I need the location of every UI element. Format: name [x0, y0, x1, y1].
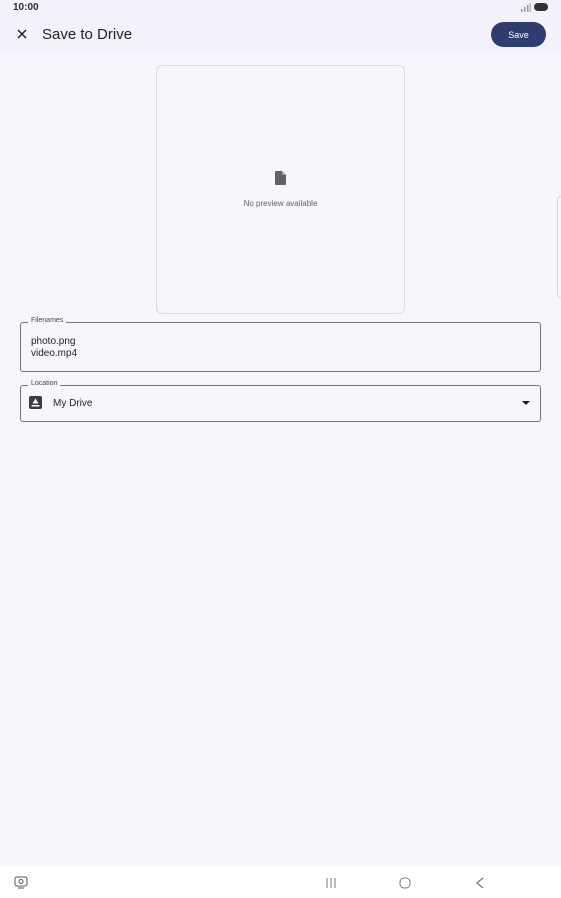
- side-panel-handle[interactable]: [557, 196, 561, 298]
- filenames-label: Filenames: [28, 317, 67, 324]
- location-value: My Drive: [53, 398, 93, 409]
- file-icon: [275, 171, 286, 185]
- chevron-down-icon: [522, 401, 530, 405]
- filename-item: photo.png: [31, 336, 76, 347]
- page-title: Save to Drive: [42, 26, 133, 43]
- app-bar: Save to Drive Save: [0, 16, 561, 54]
- back-icon[interactable]: [475, 877, 485, 889]
- home-icon[interactable]: [399, 877, 411, 889]
- preview-card: No preview available: [156, 65, 405, 314]
- close-icon[interactable]: [14, 26, 30, 42]
- signal-icon: [521, 3, 531, 12]
- status-bar: 10:00: [0, 0, 561, 16]
- status-time: 10:00: [13, 2, 39, 13]
- system-nav-bar: [0, 866, 561, 898]
- no-preview-message: No preview available: [243, 199, 318, 208]
- filename-item: video.mp4: [31, 348, 78, 359]
- location-label: Location: [28, 380, 61, 387]
- filenames-field: Filenames photo.png video.mp4: [20, 317, 541, 372]
- save-button[interactable]: Save: [491, 22, 546, 47]
- recent-apps-icon[interactable]: [325, 877, 337, 889]
- drive-icon: [29, 396, 42, 409]
- screen-record-icon[interactable]: [14, 876, 28, 889]
- battery-icon: [534, 3, 548, 11]
- location-select[interactable]: Location My Drive: [20, 380, 541, 422]
